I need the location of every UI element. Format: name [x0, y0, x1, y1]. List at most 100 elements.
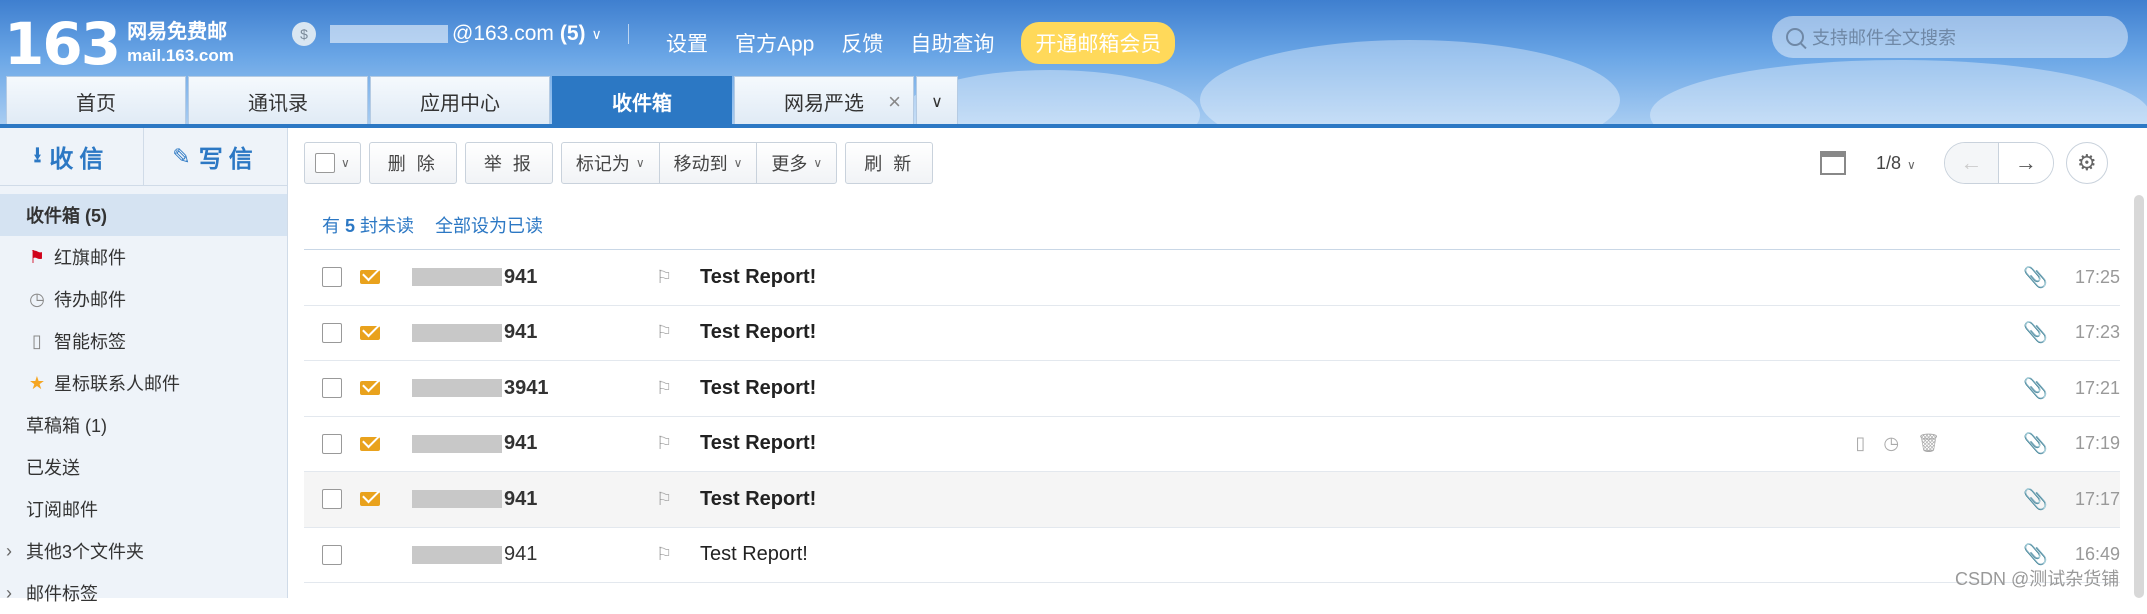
tab-inbox[interactable]: 收件箱 — [552, 76, 732, 126]
sidebar-item-drafts[interactable]: 草稿箱 (1) — [0, 404, 287, 446]
calendar-icon[interactable] — [1820, 151, 1846, 175]
bookmark-icon[interactable]: ▯ — [1856, 433, 1866, 454]
receive-button[interactable]: ⭳ 收信 — [0, 128, 143, 185]
row-checkbox[interactable] — [322, 433, 342, 454]
timestamp: 17:23 — [2074, 322, 2120, 343]
sidebar-item-subscriptions[interactable]: 订阅邮件 — [0, 488, 287, 530]
folder-label: 星标联系人邮件 — [54, 374, 180, 394]
row-checkbox[interactable] — [322, 544, 342, 565]
chevron-down-icon: ∨ — [341, 156, 350, 170]
folder-list: 收件箱 (5) ⚑ 红旗邮件 ◷ 待办邮件 ▯ 智能标签 ★ 星标联系人邮件 草稿箱 (… — [0, 186, 287, 614]
coin-icon[interactable]: $ — [292, 22, 316, 46]
flag-icon[interactable]: ⚐ — [656, 433, 672, 454]
list-item[interactable]: 941 ⚐ Test Report! 📎 17:23 — [304, 306, 2120, 361]
timestamp: 17:25 — [2074, 266, 2120, 287]
mark-all-read-link[interactable]: 全部设为已读 — [435, 216, 543, 236]
clock-icon: ◷ — [29, 288, 45, 309]
next-page-button[interactable]: → — [1998, 143, 2053, 183]
settings-link[interactable]: 设置 — [666, 28, 708, 58]
sidebar-item-todo[interactable]: ◷ 待办邮件 — [0, 278, 287, 320]
sender-text: 941 — [504, 543, 538, 566]
flag-icon[interactable]: ⚐ — [656, 489, 672, 510]
divider — [627, 24, 629, 44]
row-checkbox[interactable] — [322, 267, 342, 288]
attachment-icon: 📎 — [2023, 433, 2048, 456]
subject: Test Report! — [700, 432, 817, 455]
sidebar: ⭳ 收信 ✎ 写信 收件箱 (5) ⚑ 红旗邮件 ◷ 待办邮件 ▯ 智能标签 ★ 星标联… — [0, 128, 288, 604]
header-cloud — [1650, 60, 2147, 126]
attachment-icon: 📎 — [2023, 266, 2048, 289]
flag-icon[interactable]: ⚐ — [656, 378, 672, 399]
sender: 941 — [412, 266, 537, 289]
redacted-sender — [412, 545, 502, 564]
mark-as-label: 标记为 — [575, 154, 630, 174]
select-all-checkbox[interactable] — [315, 153, 335, 173]
more-button[interactable]: 更多 ∨ — [757, 143, 836, 183]
subject: Test Report! — [700, 487, 817, 510]
sender: 941 — [412, 321, 537, 344]
scrollbar[interactable] — [2134, 195, 2144, 598]
redacted-sender — [412, 434, 502, 453]
mark-as-button[interactable]: 标记为 ∨ — [562, 143, 660, 183]
clock-icon[interactable]: ◷ — [1883, 433, 1899, 454]
list-item[interactable]: 3941 ⚐ Test Report! 📎 17:21 — [304, 361, 2120, 417]
list-item[interactable]: 941 ⚐ Test Report! 📎 17:25 — [304, 250, 2120, 306]
delete-button[interactable]: 删 除 — [368, 142, 457, 184]
search-input[interactable]: 支持邮件全文搜索 — [1772, 16, 2128, 58]
folder-label: 订阅邮件 — [26, 500, 98, 520]
list-item[interactable]: 941 ⚐ Test Report! 📎 17:17 — [304, 472, 2120, 528]
sidebar-item-inbox[interactable]: 收件箱 (5) — [0, 194, 287, 236]
trash-icon[interactable]: 🗑 — [1917, 433, 1940, 454]
row-checkbox[interactable] — [322, 378, 342, 399]
tab-app-center[interactable]: 应用中心 — [370, 76, 550, 126]
page-indicator[interactable]: 1/8 ∨ — [1876, 153, 1916, 174]
row-checkbox[interactable] — [322, 322, 342, 343]
tab-contacts[interactable]: 通讯录 — [188, 76, 368, 126]
row-checkbox[interactable] — [322, 489, 342, 510]
chevron-right-icon[interactable]: › — [6, 541, 12, 562]
pager-arrows: ← → — [1943, 142, 2054, 184]
self-service-link[interactable]: 自助查询 — [910, 28, 994, 58]
official-app-link[interactable]: 官方App — [735, 28, 814, 58]
compose-label: 写信 — [198, 146, 259, 173]
flag-icon[interactable]: ⚐ — [656, 267, 672, 288]
subject: Test Report! — [700, 543, 808, 566]
tab-home[interactable]: 首页 — [6, 76, 186, 126]
logo-url: mail.163.com — [127, 46, 234, 65]
flag-icon[interactable]: ⚐ — [656, 322, 672, 343]
timestamp: 17:21 — [2074, 377, 2120, 398]
sidebar-item-starred-contacts[interactable]: ★ 星标联系人邮件 — [0, 362, 287, 404]
tab-yanxuan[interactable]: 网易严选 × — [734, 76, 914, 126]
select-all-dropdown[interactable]: ∨ — [304, 142, 361, 184]
vip-button[interactable]: 开通邮箱会员 — [1021, 22, 1176, 64]
sidebar-item-other-folders[interactable]: › 其他3个文件夹 — [0, 530, 287, 572]
feedback-link[interactable]: 反馈 — [841, 28, 883, 58]
sender: 941 — [412, 488, 537, 511]
account-switcher[interactable]: $ @163.com (5) ∨ — [292, 22, 655, 46]
sidebar-item-sent[interactable]: 已发送 — [0, 446, 287, 488]
sidebar-item-red-flag[interactable]: ⚑ 红旗邮件 — [0, 236, 287, 278]
unread-count: 5 — [345, 216, 356, 236]
logo[interactable]: 163 网易免费邮 mail.163.com — [4, 10, 234, 78]
sidebar-item-smart-tags[interactable]: ▯ 智能标签 — [0, 320, 287, 362]
report-button[interactable]: 举 报 — [464, 142, 553, 184]
compose-button[interactable]: ✎ 写信 — [143, 128, 287, 185]
unread-prefix: 有 — [322, 216, 340, 236]
flag-icon[interactable]: ⚐ — [656, 544, 672, 565]
move-to-button[interactable]: 移动到 ∨ — [660, 143, 758, 183]
more-label: 更多 — [771, 154, 808, 174]
header-divider — [0, 124, 2147, 128]
list-item[interactable]: 941 ⚐ Test Report! 📎 16:49 — [304, 528, 2120, 583]
list-item[interactable]: 941 ⚐ Test Report! ▯ ◷ 🗑 📎 17:19 — [304, 417, 2120, 472]
prev-page-button[interactable]: ← — [1944, 143, 1999, 183]
action-button-group: 标记为 ∨ 移动到 ∨ 更多 ∨ — [560, 142, 838, 184]
gear-icon[interactable]: ⚙ — [2065, 142, 2108, 184]
attachment-icon: 📎 — [2023, 377, 2048, 400]
chevron-right-icon[interactable]: › — [6, 583, 12, 604]
chevron-down-icon: ∨ — [1907, 157, 1916, 172]
close-icon[interactable]: × — [888, 89, 901, 115]
sidebar-item-mail-tags[interactable]: › 邮件标签 — [0, 572, 287, 614]
pager-tools: 1/8 ∨ ← → ⚙ — [1820, 142, 2108, 184]
tabs-more-button[interactable]: ∨ — [916, 76, 958, 126]
refresh-button[interactable]: 刷 新 — [845, 142, 934, 184]
